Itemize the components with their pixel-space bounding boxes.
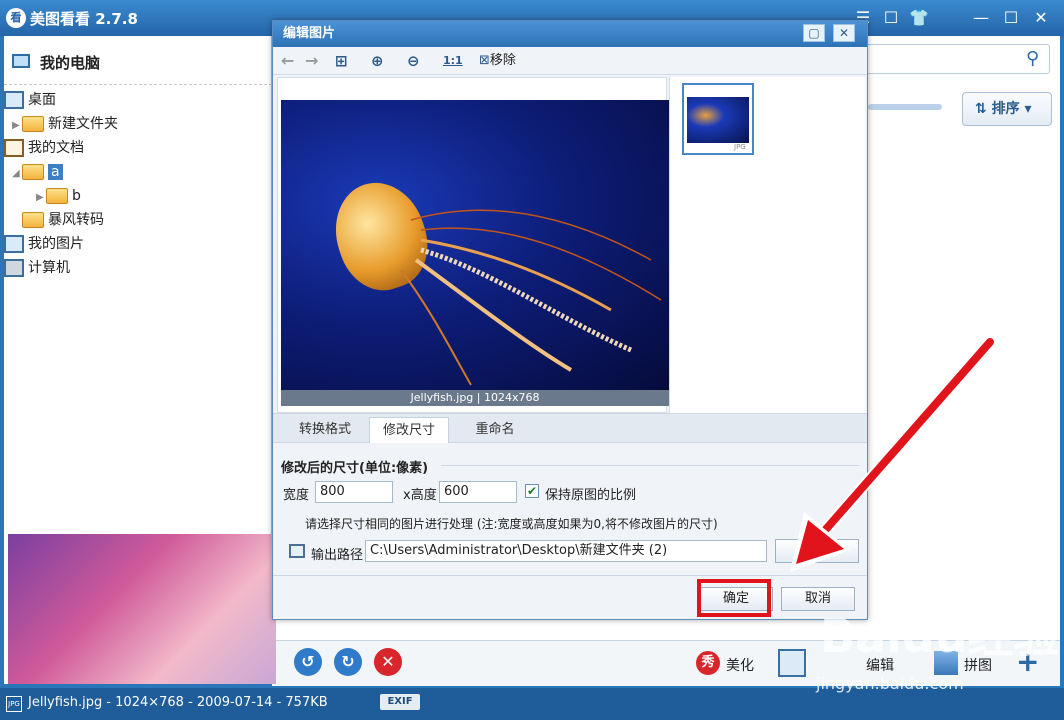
jellyfish-tentacles xyxy=(400,209,662,386)
height-label: x高度 xyxy=(403,488,437,503)
search-input[interactable] xyxy=(866,44,1050,74)
sort-button[interactable]: ⇅ 排序 ▾ xyxy=(962,92,1052,126)
tree-item-my-pictures[interactable]: 我的图片 xyxy=(4,232,272,256)
tree-item-new-folder[interactable]: ▶ 新建文件夹 xyxy=(4,112,272,136)
tab-convert-format[interactable]: 转换格式 xyxy=(289,417,361,443)
jellyfish-preview-image xyxy=(281,100,669,392)
remove-button[interactable]: ⊠移除 xyxy=(479,51,516,71)
tab-resize[interactable]: 修改尺寸 xyxy=(369,417,449,443)
slideshow-icon[interactable] xyxy=(778,649,806,677)
output-folder-icon xyxy=(289,544,305,558)
tree-item-b[interactable]: ▶ b xyxy=(4,184,272,208)
actual-size-icon[interactable]: 1:1 xyxy=(443,51,463,71)
output-path-label: 输出路径 xyxy=(311,548,364,563)
maximize-button[interactable]: ☐ xyxy=(1000,7,1022,29)
folder-icon xyxy=(22,212,44,228)
tree-item-my-documents[interactable]: 我的文档 xyxy=(4,136,272,160)
search-icon[interactable]: ⚲ xyxy=(1026,48,1039,69)
pictures-icon xyxy=(4,235,24,253)
resize-group-label: 修改后的尺寸(单位:像素) xyxy=(281,461,429,476)
zoom-out-icon[interactable]: ⊖ xyxy=(407,51,420,71)
tree-item-label: 我的文档 xyxy=(28,140,84,156)
rotate-left-icon[interactable]: ↺ xyxy=(294,648,322,676)
computer-icon xyxy=(12,54,30,68)
tree-item-baofeng[interactable]: 暴风转码 xyxy=(4,208,272,232)
back-arrow-icon[interactable]: ← xyxy=(281,51,294,71)
keep-ratio-checkbox[interactable]: ✔ xyxy=(525,484,539,498)
folder-tree: 桌面 ▶ 新建文件夹 我的文档 ◢ a ▶ b 暴风转码 我的图片 计算机 xyxy=(4,88,272,280)
dialog-restore-button[interactable]: ▢ xyxy=(803,24,825,42)
folder-icon xyxy=(22,116,44,132)
jpg-file-icon: JPG xyxy=(6,696,22,712)
remove-label: 移除 xyxy=(489,53,516,68)
desktop-icon xyxy=(4,91,24,109)
tree-item-label: 我的图片 xyxy=(28,236,84,252)
height-input[interactable]: 600 xyxy=(439,481,517,503)
minimize-to-tray-icon[interactable]: ☐ xyxy=(880,7,902,29)
exif-button[interactable]: EXIF xyxy=(380,694,420,710)
folder-icon xyxy=(46,188,68,204)
add-image-icon[interactable]: ⊞ xyxy=(335,51,348,71)
tree-item-label: 计算机 xyxy=(28,260,70,276)
tree-item-label: b xyxy=(72,188,81,204)
sort-icon: ⇅ xyxy=(975,101,992,117)
meixiu-logo-icon: 秀 xyxy=(696,651,720,675)
minimize-button[interactable]: — xyxy=(970,7,992,29)
chevron-down-icon: ▾ xyxy=(1019,101,1032,117)
rotate-right-icon[interactable]: ↻ xyxy=(334,648,362,676)
skin-shirt-icon[interactable]: 👕 xyxy=(908,7,930,29)
tree-item-a[interactable]: ◢ a xyxy=(4,160,272,184)
app-title: 美图看看 2.7.8 xyxy=(30,10,138,28)
preview-caption: Jellyfish.jpg | 1024x768 xyxy=(281,390,669,406)
tree-item-desktop[interactable]: 桌面 xyxy=(4,88,272,112)
zoom-slider[interactable] xyxy=(868,104,942,110)
app-logo-icon: 看 xyxy=(6,8,26,28)
tree-item-label: 暴风转码 xyxy=(48,212,104,228)
width-input[interactable]: 800 xyxy=(315,481,393,503)
my-computer-header[interactable]: 我的电脑 xyxy=(40,52,100,73)
remove-icon: ⊠ xyxy=(479,53,490,68)
dialog-title: 编辑图片 xyxy=(273,21,867,47)
file-info: Jellyfish.jpg - 1024×768 - 2009-07-14 - … xyxy=(28,695,328,710)
close-button[interactable]: ✕ xyxy=(1030,7,1052,29)
dialog-toolbar xyxy=(273,47,867,75)
thumbnail-image xyxy=(687,97,749,143)
delete-icon[interactable]: ✕ xyxy=(374,648,402,676)
tree-item-computer[interactable]: 计算机 xyxy=(4,256,272,280)
width-label: 宽度 xyxy=(283,488,310,503)
divider xyxy=(4,84,272,85)
expand-arrow-icon[interactable]: ▶ xyxy=(36,186,46,210)
beautify-button[interactable]: 美化 xyxy=(726,655,754,675)
expand-arrow-icon[interactable]: ▶ xyxy=(12,114,22,138)
keep-ratio-label: 保持原图的比例 xyxy=(545,488,637,503)
image-thumbnail[interactable]: JPG xyxy=(682,83,754,155)
collapse-arrow-icon[interactable]: ◢ xyxy=(12,162,22,186)
annotation-arrow xyxy=(790,336,996,572)
dialog-close-button[interactable]: ✕ xyxy=(833,24,855,42)
image-preview-panel: Jellyfish.jpg | 1024x768 xyxy=(277,77,669,413)
tree-item-label: a xyxy=(48,164,63,180)
baidu-watermark: Baidu经验 xyxy=(820,609,1060,663)
zoom-in-icon[interactable]: ⊕ xyxy=(371,51,384,71)
sort-label: 排序 xyxy=(991,101,1020,117)
navigator-thumbnail xyxy=(8,534,276,684)
forward-arrow-icon[interactable]: → xyxy=(305,51,318,71)
documents-icon xyxy=(4,139,24,157)
output-path-input[interactable]: C:\Users\Administrator\Desktop\新建文件夹 (2) xyxy=(365,540,767,562)
computer-icon xyxy=(4,259,24,277)
baidu-watermark-url: jingyan.baidu.com xyxy=(816,674,964,693)
tab-rename[interactable]: 重命名 xyxy=(459,417,531,443)
tree-item-label: 桌面 xyxy=(28,92,56,108)
tree-item-label: 新建文件夹 xyxy=(48,116,118,132)
resize-note: 请选择尺寸相同的图片进行处理 (注:宽度或高度如果为0,将不修改图片的尺寸) xyxy=(305,517,718,531)
jpg-badge: JPG xyxy=(734,143,746,151)
folder-open-icon xyxy=(22,164,44,180)
